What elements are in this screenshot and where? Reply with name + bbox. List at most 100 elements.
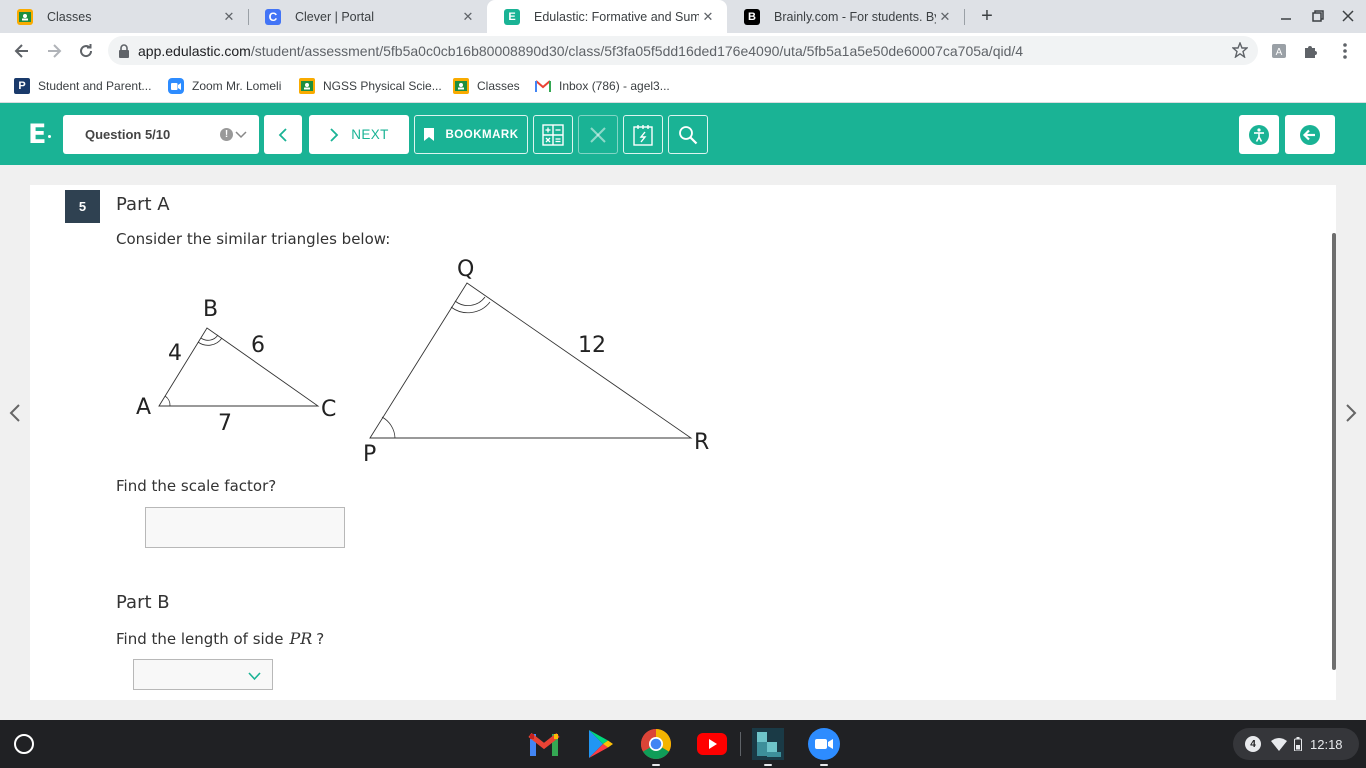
url-path: /student/assessment/5fb5a0c0cb16b8000889… bbox=[250, 42, 1024, 59]
chevron-down-icon bbox=[248, 669, 261, 687]
bookmark-button[interactable]: BOOKMARK bbox=[414, 115, 528, 154]
browser-toolbar: app.edulastic.com/student/assessment/5fb… bbox=[0, 33, 1366, 69]
exit-button[interactable] bbox=[1285, 115, 1335, 154]
new-tab-button[interactable]: + bbox=[976, 5, 998, 27]
close-icon[interactable]: ✕ bbox=[936, 8, 954, 26]
gmail-icon bbox=[535, 78, 551, 94]
vertex-label-c: C bbox=[321, 397, 336, 422]
tab-title: Clever | Portal bbox=[295, 9, 374, 24]
question-selector-label: Question 5/10 bbox=[85, 127, 171, 142]
part-b-suffix: ? bbox=[316, 630, 325, 648]
status-tray[interactable]: 4 12:18 bbox=[1233, 728, 1359, 760]
vertex-label-r: R bbox=[694, 430, 709, 455]
close-icon bbox=[590, 126, 606, 143]
close-window-icon[interactable] bbox=[1337, 6, 1359, 26]
wifi-icon bbox=[1271, 737, 1287, 751]
forward-icon[interactable] bbox=[40, 37, 68, 65]
os-shelf: 4 12:18 bbox=[0, 720, 1366, 768]
exit-arrow-icon bbox=[1300, 124, 1320, 145]
edulastic-app-icon[interactable] bbox=[750, 726, 786, 762]
side-label-ac: 7 bbox=[218, 411, 232, 436]
question-number-badge: 5 bbox=[65, 190, 100, 223]
tab-brainly[interactable]: B Brainly.com - For students. By student… bbox=[727, 0, 964, 33]
previous-arrow-icon[interactable] bbox=[7, 403, 23, 423]
puzzle-icon[interactable] bbox=[1302, 42, 1320, 60]
address-bar[interactable]: app.edulastic.com/student/assessment/5fb… bbox=[108, 36, 1258, 65]
question-selector[interactable]: Question 5/10 ! bbox=[63, 115, 259, 154]
part-b-question: Find the length of side PR? bbox=[116, 629, 324, 648]
next-arrow-icon[interactable] bbox=[1343, 403, 1359, 423]
side-label-bc: 6 bbox=[251, 333, 265, 358]
bookmark-zoom[interactable]: Zoom Mr. Lomeli bbox=[168, 76, 281, 96]
extension-icon[interactable]: A bbox=[1270, 42, 1288, 60]
bookmark-gmail[interactable]: Inbox (786) - agel3... bbox=[535, 76, 670, 96]
side-pr-dropdown[interactable] bbox=[133, 659, 273, 690]
lock-icon[interactable] bbox=[118, 43, 130, 58]
question-prompt: Consider the similar triangles below: bbox=[116, 230, 391, 248]
side-label-ab: 4 bbox=[168, 341, 182, 366]
similar-triangles-diagram: A B C 4 6 7 P Q R 12 bbox=[136, 257, 709, 467]
vertex-label-p: P bbox=[363, 442, 376, 467]
restore-icon[interactable] bbox=[1307, 6, 1329, 26]
bookmark-star-icon[interactable] bbox=[1231, 41, 1249, 63]
tab-title: Edulastic: Formative and Summative Asses… bbox=[534, 9, 699, 24]
clock: 12:18 bbox=[1310, 736, 1343, 752]
magnifier-button[interactable] bbox=[668, 115, 708, 154]
content-scrollbar[interactable] bbox=[1332, 233, 1336, 670]
part-a-title: Part A bbox=[116, 194, 170, 215]
calculator-button[interactable] bbox=[533, 115, 573, 154]
vertex-label-a: A bbox=[136, 395, 151, 420]
bookmark-label: Classes bbox=[477, 79, 520, 93]
calculator-icon bbox=[542, 123, 564, 146]
tab-edulastic[interactable]: E Edulastic: Formative and Summative Ass… bbox=[487, 0, 727, 33]
gmail-app-icon[interactable] bbox=[526, 726, 562, 762]
play-store-app-icon[interactable] bbox=[582, 726, 618, 762]
bookmark-classes[interactable]: Classes bbox=[453, 76, 520, 96]
chevron-left-icon bbox=[278, 127, 287, 142]
answer-eliminator-button[interactable] bbox=[578, 115, 618, 154]
google-classroom-icon bbox=[453, 78, 469, 94]
google-classroom-icon bbox=[299, 78, 315, 94]
previous-button[interactable] bbox=[264, 115, 302, 154]
tab-clever[interactable]: C Clever | Portal ✕ bbox=[248, 0, 487, 33]
tab-separator bbox=[964, 9, 965, 25]
url-host: app.edulastic.com bbox=[138, 42, 251, 59]
close-icon[interactable]: ✕ bbox=[459, 8, 477, 26]
battery-icon bbox=[1294, 737, 1302, 751]
scale-factor-input[interactable] bbox=[145, 507, 345, 548]
running-indicator bbox=[652, 764, 660, 766]
zoom-icon bbox=[168, 78, 184, 94]
powerschool-icon: P bbox=[14, 78, 30, 94]
accessibility-button[interactable] bbox=[1239, 115, 1279, 154]
bookmark-button-label: BOOKMARK bbox=[445, 128, 519, 141]
brainly-icon: B bbox=[744, 8, 760, 25]
bookmark-ngss[interactable]: NGSS Physical Scie... bbox=[299, 76, 442, 96]
svg-text:A: A bbox=[1276, 47, 1283, 58]
close-icon[interactable]: ✕ bbox=[699, 8, 717, 26]
browser-tab-strip: Classes ✕ C Clever | Portal ✕ E Edulasti… bbox=[0, 0, 1366, 33]
bookmark-icon bbox=[423, 128, 434, 141]
bookmark-label: Inbox (786) - agel3... bbox=[559, 79, 670, 93]
scratchpad-button[interactable] bbox=[623, 115, 663, 154]
back-icon[interactable] bbox=[8, 37, 36, 65]
chrome-app-icon[interactable] bbox=[638, 726, 674, 762]
reload-icon[interactable] bbox=[72, 37, 100, 65]
youtube-app-icon[interactable] bbox=[694, 726, 730, 762]
chevron-right-icon bbox=[330, 127, 339, 142]
tab-classes[interactable]: Classes ✕ bbox=[0, 0, 248, 33]
tab-title: Brainly.com - For students. By students. bbox=[774, 9, 936, 24]
running-indicator bbox=[764, 764, 772, 766]
tab-title: Classes bbox=[47, 9, 92, 24]
assessment-page: 5 Part A Consider the similar triangles … bbox=[0, 165, 1366, 720]
bookmark-student-parent[interactable]: P Student and Parent... bbox=[14, 76, 151, 96]
warning-icon: ! bbox=[220, 128, 233, 141]
next-button[interactable]: NEXT bbox=[309, 115, 409, 154]
part-b-prefix: Find the length of side bbox=[116, 630, 284, 648]
zoom-app-icon[interactable] bbox=[806, 726, 842, 762]
launcher-icon[interactable] bbox=[14, 734, 34, 754]
menu-icon[interactable] bbox=[1336, 42, 1354, 60]
close-icon[interactable]: ✕ bbox=[220, 8, 238, 26]
scratchpad-icon bbox=[633, 124, 653, 146]
minimize-icon[interactable] bbox=[1275, 6, 1297, 26]
logo-dot bbox=[48, 135, 51, 138]
